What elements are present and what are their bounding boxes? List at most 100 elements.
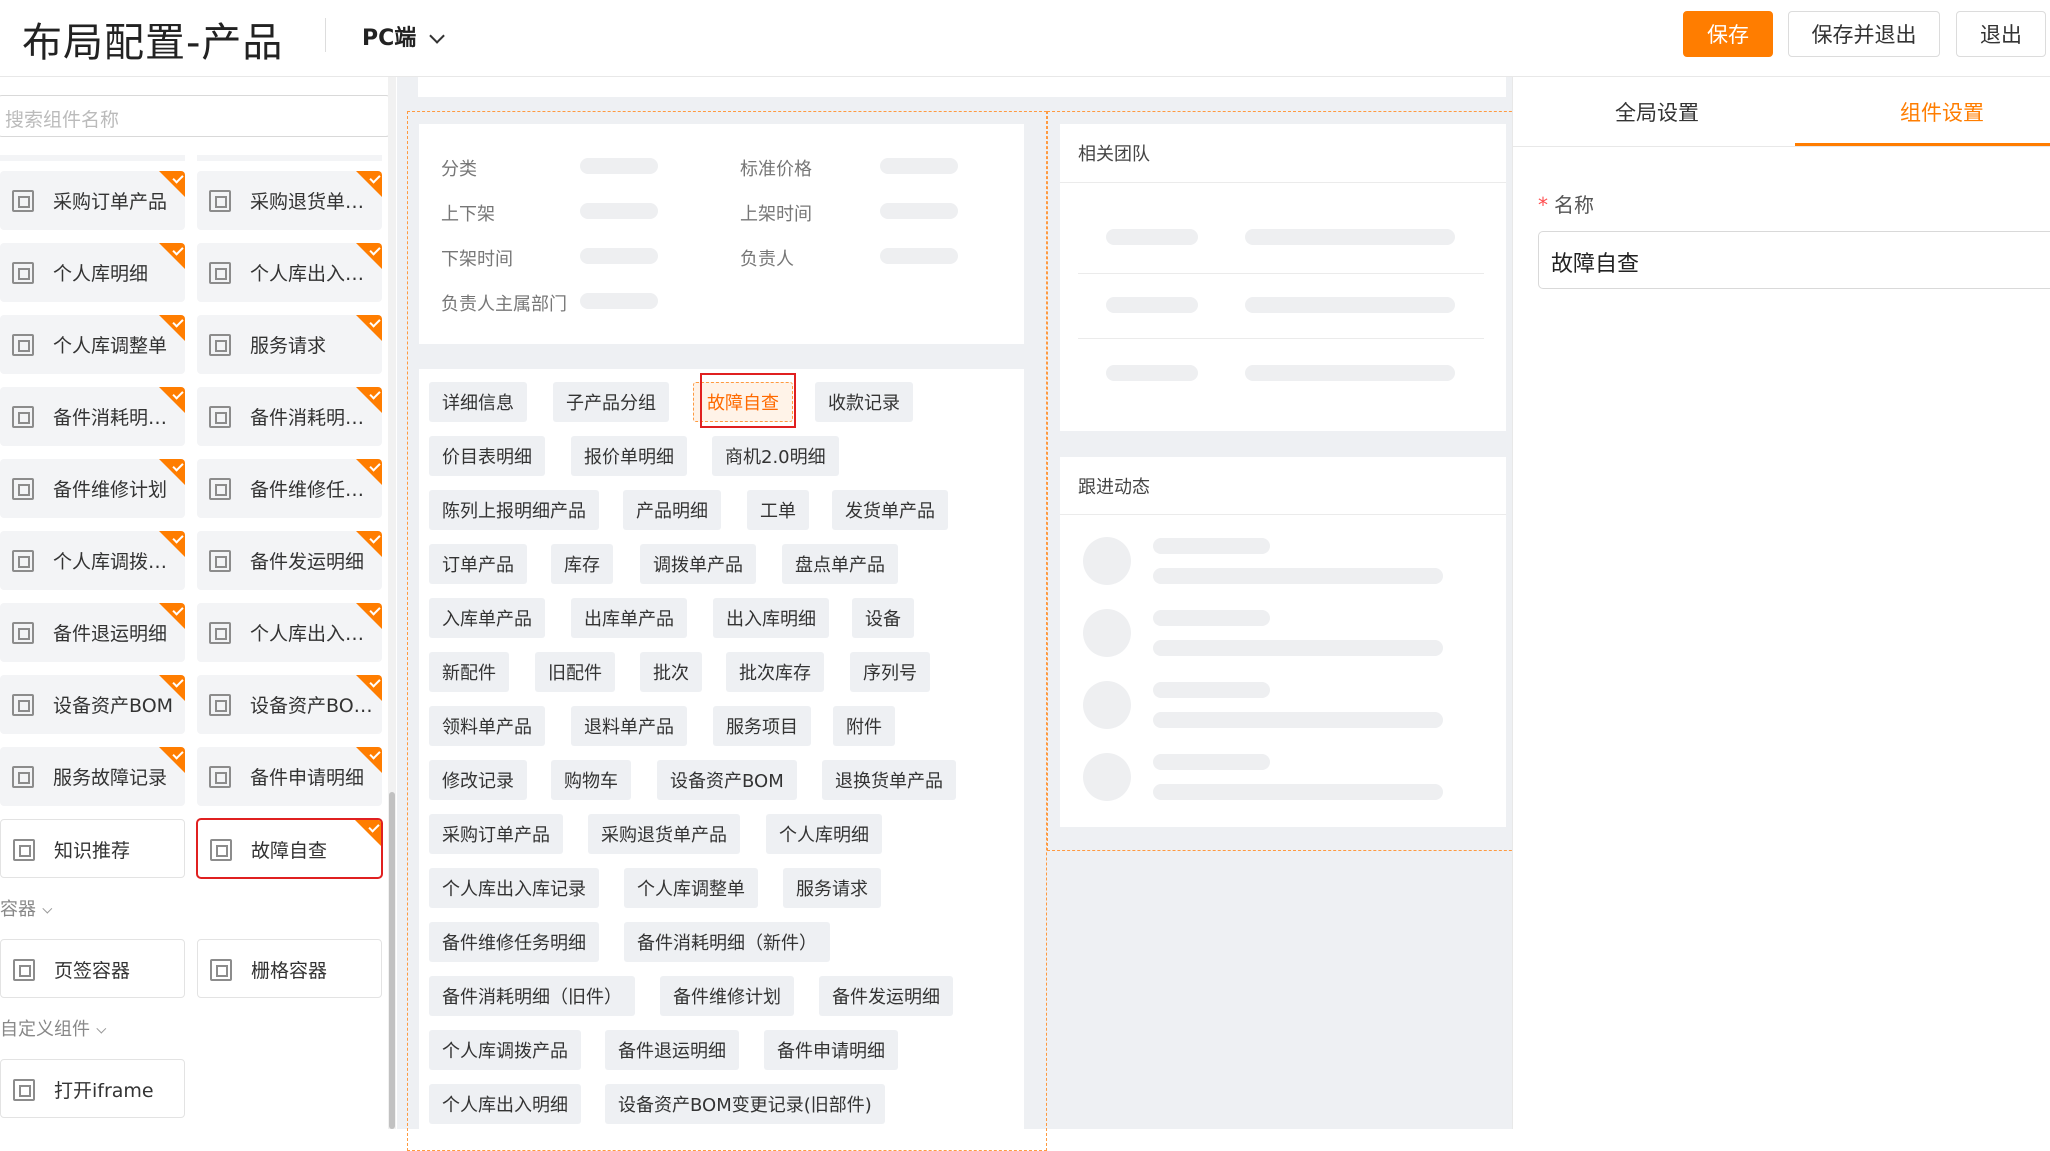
tab-spare-application-detail[interactable]: 备件申请明细 [764,1030,898,1070]
tab-inbound-product[interactable]: 入库单产品 [429,598,545,638]
component-tile[interactable]: 服务请求 [197,315,382,374]
tab-work-order[interactable]: 工单 [747,490,809,530]
tab-detail-info[interactable]: 详细信息 [429,382,527,422]
search-input[interactable]: 搜索组件名称 [0,95,392,137]
added-check-icon [356,603,382,629]
tab-personal-stock-inout-record[interactable]: 个人库出入库记录 [429,868,599,908]
tab-old-parts[interactable]: 旧配件 [535,652,615,692]
follow-up-title: 跟进动态 [1078,477,1150,498]
tab-service-item[interactable]: 服务项目 [713,706,811,746]
exit-button[interactable]: 退出 [1956,11,2046,57]
tab-quote-detail[interactable]: 报价单明细 [571,436,687,476]
tab-shopping-cart[interactable]: 购物车 [551,760,631,800]
tab-device[interactable]: 设备 [852,598,914,638]
tab-personal-stock-inout-detail[interactable]: 个人库出入明细 [429,1084,581,1124]
component-tile[interactable]: 备件消耗明细（旧件） [197,387,382,446]
skeleton-line [1153,712,1443,728]
tab-stocktake-product[interactable]: 盘点单产品 [782,544,898,584]
component-tile[interactable]: 个人库明细 [0,243,185,302]
tab-spare-repair-task-detail[interactable]: 备件维修任务明细 [429,922,599,962]
component-icon [209,406,231,428]
tab-new-parts[interactable]: 新配件 [429,652,509,692]
component-tile[interactable]: 设备资产BOM变更记录 [197,675,382,734]
component-tile[interactable]: 个人库调整单 [0,315,185,374]
tab-personal-stock-adjustment[interactable]: 个人库调整单 [624,868,758,908]
tab-material-return[interactable]: 退料单产品 [571,706,687,746]
tab-spare-return-shipment[interactable]: 备件退运明细 [605,1030,739,1070]
component-icon [209,550,231,572]
component-icon [209,262,231,284]
tab-payment-record[interactable]: 收款记录 [815,382,913,422]
added-check-icon [356,675,382,701]
tab-inout-detail[interactable]: 出入库明细 [713,598,829,638]
added-check-icon [159,387,185,413]
component-tile[interactable]: 备件消耗明细（新件） [0,387,185,446]
component-label: 页签容器 [54,960,131,982]
tab-return-exchange-product[interactable]: 退换货单产品 [822,760,956,800]
tab-purchase-return-product[interactable]: 采购退货单产品 [588,814,740,854]
tab-price-list-detail[interactable]: 价目表明细 [429,436,545,476]
tab-material-requisition[interactable]: 领料单产品 [429,706,545,746]
component-tile[interactable]: 采购退货单产品 [197,171,382,230]
container-tile[interactable]: 页签容器 [0,939,185,998]
container-tile[interactable]: 栅格容器 [197,939,382,998]
component-tile[interactable]: 备件维修任务明细 [197,459,382,518]
tab-inventory[interactable]: 库存 [551,544,613,584]
tab-batch-inventory[interactable]: 批次库存 [726,652,824,692]
component-icon [12,190,34,212]
component-tile[interactable]: 备件申请明细 [197,747,382,806]
save-button[interactable]: 保存 [1683,11,1773,57]
tab-component-settings[interactable]: 组件设置 [1900,97,1984,127]
tabs-card [419,369,1024,1139]
tab-opportunity-detail[interactable]: 商机2.0明细 [712,436,839,476]
tab-spare-consumption-new[interactable]: 备件消耗明细（新件） [624,922,830,962]
tab-display-report-product[interactable]: 陈列上报明细产品 [429,490,599,530]
component-icon [12,334,34,356]
scrollbar-thumb[interactable] [389,792,395,1129]
tab-spare-shipment-detail[interactable]: 备件发运明细 [819,976,953,1016]
component-icon [13,1079,35,1101]
tab-spare-repair-plan[interactable]: 备件维修计划 [660,976,794,1016]
custom-section-header[interactable]: 自定义组件 [0,1015,107,1041]
name-input[interactable]: 故障自查 [1538,231,2050,289]
component-tile[interactable]: 故障自查 [196,818,383,879]
tab-device-bom-change-log[interactable]: 设备资产BOM变更记录(旧部件) [605,1084,885,1124]
tab-transfer-product[interactable]: 调拨单产品 [640,544,756,584]
container-section-header[interactable]: 容器 [0,895,53,921]
tab-service-request[interactable]: 服务请求 [783,868,881,908]
skeleton-line [1153,568,1443,584]
skeleton-value [880,158,958,174]
tab-serial-number[interactable]: 序列号 [850,652,930,692]
component-icon [13,959,35,981]
component-tile[interactable]: 知识推荐 [0,819,185,878]
tab-personal-stock-transfer[interactable]: 个人库调拨产品 [429,1030,581,1070]
component-tile[interactable]: 备件维修计划 [0,459,185,518]
tab-batch[interactable]: 批次 [640,652,702,692]
component-tile[interactable]: 备件退运明细 [0,603,185,662]
field-label-category: 分类 [441,159,477,180]
component-tile[interactable]: 设备资产BOM [0,675,185,734]
tab-purchase-order-product[interactable]: 采购订单产品 [429,814,563,854]
tab-attachment[interactable]: 附件 [833,706,895,746]
component-tile[interactable]: 服务故障记录 [0,747,185,806]
tab-sub-product-group[interactable]: 子产品分组 [553,382,669,422]
component-tile[interactable]: 个人库出入明细 [197,603,382,662]
component-tile[interactable]: 备件发运明细 [197,531,382,590]
tab-personal-stock-detail[interactable]: 个人库明细 [766,814,882,854]
custom-component-tile[interactable]: 打开iframe [0,1059,185,1118]
tab-spare-consumption-old[interactable]: 备件消耗明细（旧件） [429,976,635,1016]
tab-order-product[interactable]: 订单产品 [429,544,527,584]
save-and-exit-button[interactable]: 保存并退出 [1788,11,1940,57]
chevron-down-icon [429,28,446,44]
skeleton-line [1153,538,1270,554]
tab-delivery-product[interactable]: 发货单产品 [832,490,948,530]
component-tile[interactable]: 个人库调拨产品 [0,531,185,590]
tab-change-log[interactable]: 修改记录 [429,760,527,800]
tab-product-detail[interactable]: 产品明细 [623,490,721,530]
tab-global-settings[interactable]: 全局设置 [1615,97,1699,127]
tab-outbound-product[interactable]: 出库单产品 [571,598,687,638]
component-tile[interactable]: 个人库出入库记录 [197,243,382,302]
component-tile[interactable]: 采购订单产品 [0,171,185,230]
platform-dropdown[interactable]: PC端 [362,20,446,52]
tab-device-asset-bom[interactable]: 设备资产BOM [657,760,797,800]
